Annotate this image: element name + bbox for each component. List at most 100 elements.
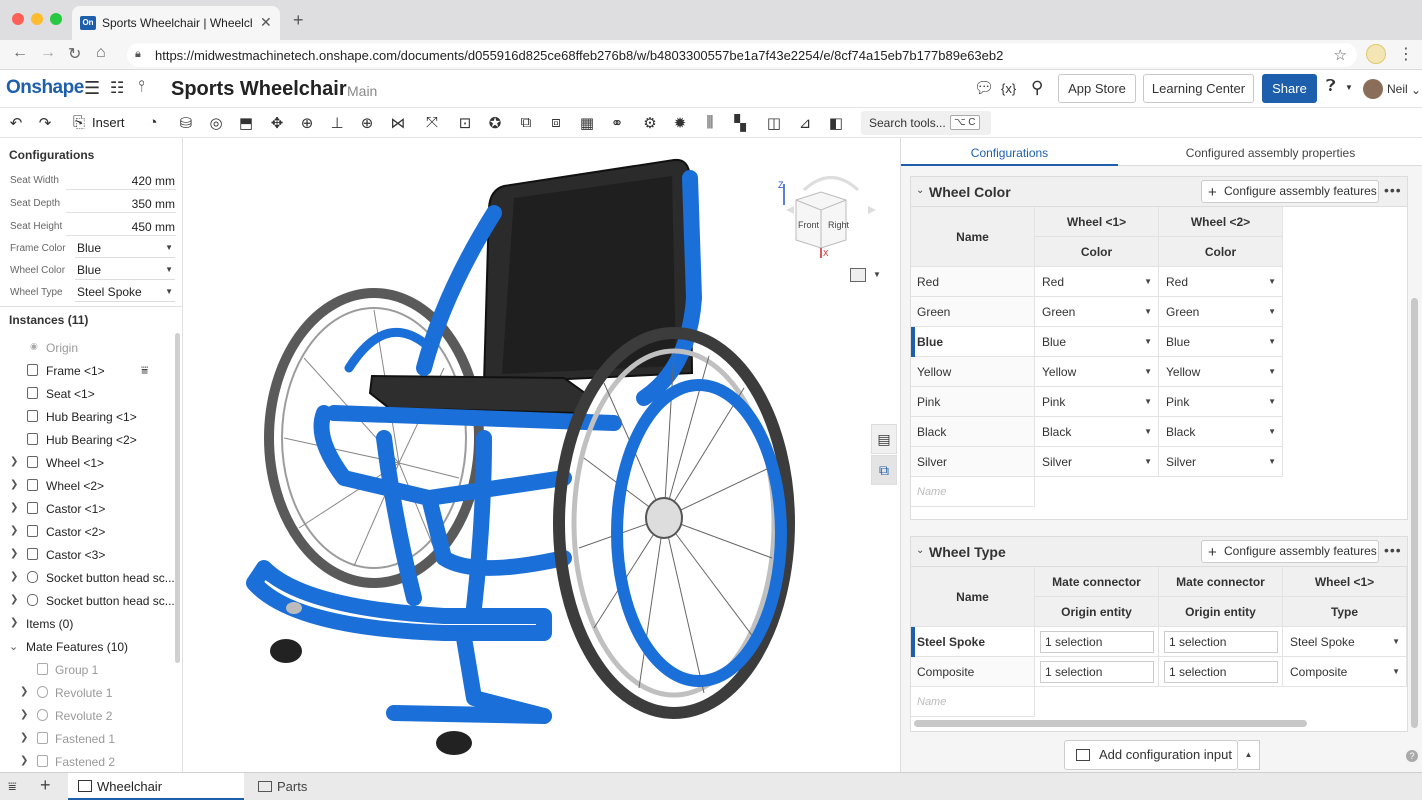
config-param-row[interactable]: Wheel Type Steel Spoke ▼ [0, 281, 182, 304]
config-param-value[interactable]: 350 mm [132, 197, 175, 211]
planar-mate-icon[interactable]: ✥ [266, 114, 288, 132]
branch-label[interactable]: Main [347, 83, 377, 99]
chevron-right-icon[interactable]: ❯ [10, 525, 18, 536]
config-param-dropdown[interactable]: Blue ▼ [75, 241, 175, 258]
tree-item-revolute-1[interactable]: ❯ Revolute 1 [0, 681, 182, 704]
add-configuration-dropdown-icon[interactable]: ▲ [1238, 740, 1260, 770]
help-chevron-down-icon[interactable]: ▼ [1345, 83, 1353, 92]
tab-manager-icon[interactable]: ⩸ [8, 778, 17, 795]
config-row-name-active[interactable]: Blue [915, 327, 1035, 357]
view-cube[interactable]: Front Right Z X [776, 170, 886, 260]
config-row-name[interactable]: Yellow [911, 357, 1035, 387]
pin-slot-mate-icon[interactable]: ⊥ [326, 114, 348, 132]
new-tab-plus-icon[interactable]: + [293, 10, 304, 31]
tab-wheelchair-assembly[interactable]: Wheelchair [68, 773, 244, 800]
configurations-icon[interactable]: ⫯ [138, 78, 145, 96]
selection-cell[interactable]: 1 selection [1159, 627, 1283, 657]
view-options-chevron-down-icon[interactable]: ▼ [873, 270, 881, 279]
config-cell-dropdown[interactable]: Pink ▼ [1159, 387, 1283, 417]
config-cell-dropdown[interactable]: Green ▼ [1035, 297, 1159, 327]
chevron-right-icon[interactable]: ❯ [20, 686, 28, 697]
tree-item-socket-screw-1[interactable]: ❯ Socket button head sc... [0, 566, 182, 589]
config-param-dropdown[interactable]: Blue ▼ [75, 263, 175, 280]
selection-cell[interactable]: 1 selection [1035, 627, 1159, 657]
tree-item-wheel-2[interactable]: ❯ Wheel <2> [0, 474, 182, 497]
add-configuration-input-button[interactable]: Add configuration input [1064, 740, 1238, 770]
tree-item-socket-screw-2[interactable]: ❯ Socket button head sc... [0, 589, 182, 612]
chevron-right-icon[interactable]: ❯ [10, 456, 18, 467]
chevron-down-icon[interactable]: ⌄ [9, 640, 18, 653]
share-button[interactable]: Share [1262, 74, 1317, 103]
gear-relation-icon[interactable]: ⚙ [639, 114, 661, 132]
more-options-icon[interactable]: ••• [1384, 182, 1402, 198]
variables-icon[interactable]: {x} [1001, 81, 1016, 96]
view-options-cube-icon[interactable] [850, 268, 866, 282]
config-cell-dropdown[interactable]: Red ▼ [1159, 267, 1283, 297]
section-view-icon[interactable]: ◫ [763, 114, 785, 132]
parallel-mate-icon[interactable]: ⋈ [387, 114, 409, 132]
chevron-right-icon[interactable]: ❯ [20, 709, 28, 720]
config-cell-dropdown[interactable]: Pink ▼ [1035, 387, 1159, 417]
avatar[interactable] [1363, 79, 1383, 99]
search-tools-field[interactable]: Search tools... ⌥ C [861, 111, 991, 135]
tree-item-hub-bearing-1[interactable]: Hub Bearing <1> [0, 405, 182, 428]
config-cell-dropdown[interactable]: Silver ▼ [1159, 447, 1283, 477]
mate-history-icon[interactable]: ◔ [142, 114, 164, 131]
chevron-right-icon[interactable]: ❯ [20, 755, 28, 766]
tree-item-revolute-2[interactable]: ❯ Revolute 2 [0, 704, 182, 727]
document-title[interactable]: Sports Wheelchair [171, 78, 347, 101]
hamburger-menu-icon[interactable]: ☰ [84, 78, 100, 99]
config-row-name[interactable]: Composite [911, 657, 1035, 687]
mate-connector-icon[interactable]: ⊡ [454, 114, 476, 132]
horizontal-scrollbar[interactable] [914, 720, 1307, 727]
explode-icon[interactable]: ◧ [825, 114, 847, 132]
forward-arrow-icon[interactable]: → [40, 44, 56, 62]
chevron-right-icon[interactable]: ❯ [10, 548, 18, 559]
config-cell-dropdown[interactable]: Composite ▼ [1283, 657, 1407, 687]
config-cell-dropdown[interactable]: Blue ▼ [1159, 327, 1283, 357]
onshape-logo[interactable]: Onshape [6, 77, 84, 99]
chevron-right-icon[interactable]: ❯ [10, 594, 18, 605]
browser-tab[interactable]: On Sports Wheelchair | Wheelchair ✕ [72, 6, 280, 40]
new-config-name-input[interactable]: Name [911, 687, 1035, 717]
feature-list-icon[interactable]: ☷ [110, 78, 124, 98]
config-param-row[interactable]: Frame Color Blue ▼ [0, 237, 182, 260]
back-arrow-icon[interactable]: ← [12, 44, 28, 62]
selection-box[interactable]: 1 selection [1164, 631, 1278, 653]
tree-item-group-1[interactable]: Group 1 [0, 658, 182, 681]
window-close-button[interactable] [12, 13, 24, 25]
collapse-chevron-icon[interactable]: ⌄ [916, 545, 924, 556]
url-field[interactable]: 🔒︎ https://midwestmachinetech.onshape.co… [127, 43, 1357, 67]
window-maximize-button[interactable] [50, 13, 62, 25]
app-store-button[interactable]: App Store [1058, 74, 1136, 103]
tab-configurations[interactable]: Configurations [901, 138, 1118, 166]
new-config-name-input[interactable]: Name [911, 477, 1035, 507]
tree-item-hub-bearing-2[interactable]: Hub Bearing <2> [0, 428, 182, 451]
config-param-value[interactable]: 450 mm [132, 220, 175, 234]
configure-assembly-features-button[interactable]: + Configure assembly features [1201, 540, 1379, 563]
selection-cell[interactable]: 1 selection [1035, 657, 1159, 687]
cylindrical-mate-icon[interactable]: ⊕ [296, 114, 318, 132]
feature-list-panel-icon[interactable]: ▤ [871, 424, 897, 454]
slider-mate-icon[interactable]: ⬒ [235, 114, 257, 132]
tangent-mate-icon[interactable]: ⤧ [421, 114, 443, 131]
config-row-name[interactable]: Black [911, 417, 1035, 447]
insert-icon[interactable]: ⎘ [68, 114, 90, 131]
learning-center-button[interactable]: Learning Center [1143, 74, 1254, 103]
config-cell-dropdown[interactable]: Black ▼ [1159, 417, 1283, 447]
config-cell-dropdown[interactable]: Steel Spoke ▼ [1283, 627, 1407, 657]
pattern-icon[interactable]: ⧈ [545, 114, 567, 131]
selection-box[interactable]: 1 selection [1164, 661, 1278, 683]
config-row-name-active[interactable]: Steel Spoke [915, 627, 1035, 657]
add-element-plus-icon[interactable]: + [40, 775, 51, 796]
config-param-row[interactable]: Seat Depth 350 mm [0, 192, 182, 215]
wheel-type-title[interactable]: Wheel Type [929, 544, 1006, 560]
fastened-mate-icon[interactable]: ⛁ [175, 114, 197, 132]
circular-pattern-icon[interactable]: ⚭ [606, 114, 628, 132]
linear-pattern-icon[interactable]: ▦ [576, 114, 598, 132]
tree-item-items[interactable]: ❯ Items (0) [0, 612, 182, 635]
chevron-right-icon[interactable]: ❯ [10, 479, 18, 490]
measure-icon[interactable]: ⊿ [794, 114, 816, 132]
help-icon[interactable]: ❓︎ [1326, 78, 1336, 96]
config-row-name[interactable]: Green [911, 297, 1035, 327]
